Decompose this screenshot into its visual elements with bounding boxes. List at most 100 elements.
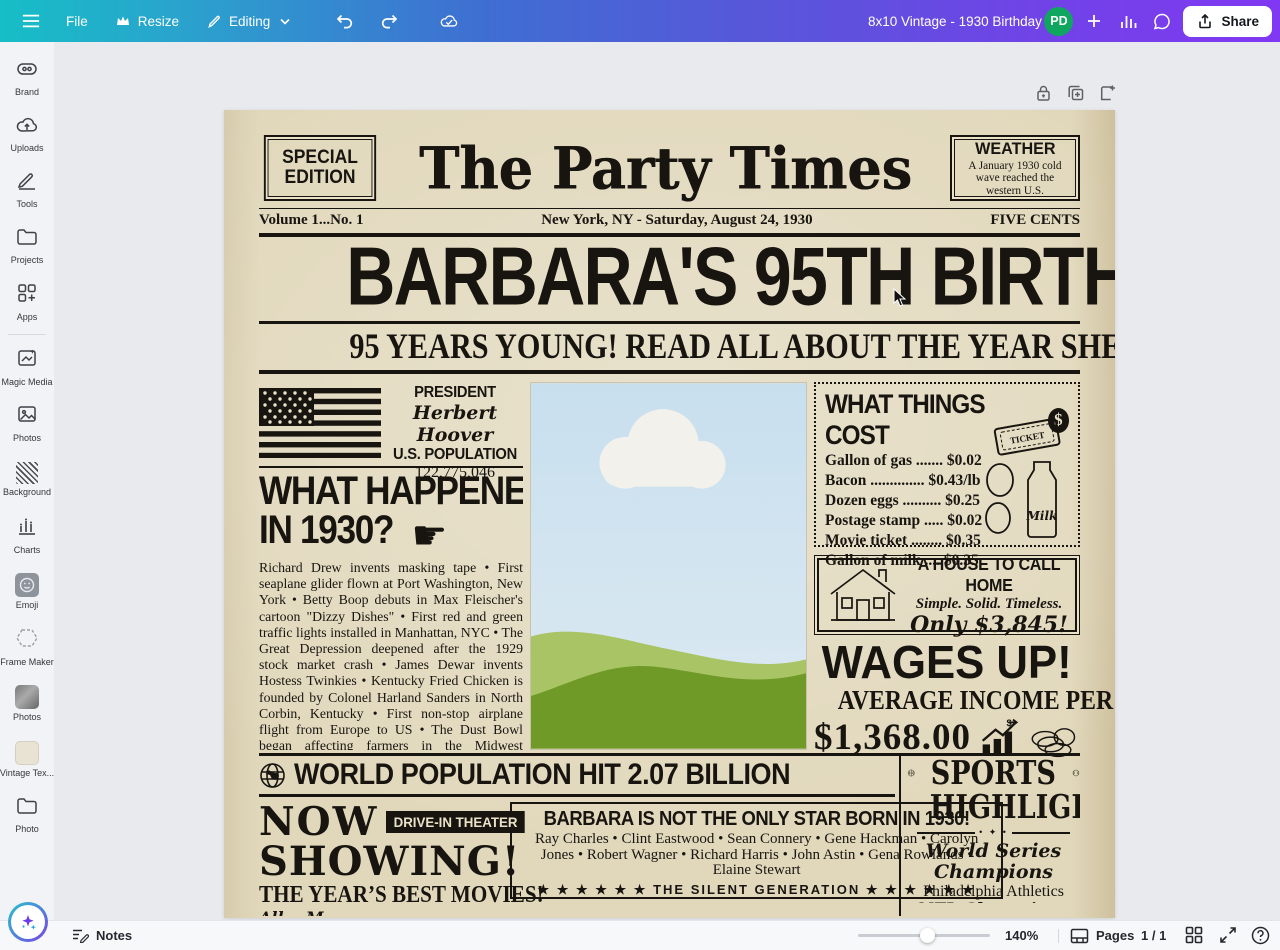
emoji-thumb [15, 573, 39, 597]
world-series-title: World Series Champions [907, 841, 1080, 883]
bar-chart-icon [1119, 12, 1137, 30]
hexagon-frame-icon [15, 627, 39, 654]
canva-ai-button[interactable] [8, 902, 48, 942]
sidebar-item-vintage-textures[interactable]: Vintage Tex... [0, 731, 54, 787]
best-movies-label: THE YEAR’S BEST MOVIES! [259, 882, 544, 908]
photo-icon [16, 403, 38, 430]
redo-button[interactable] [370, 6, 408, 36]
wages-section[interactable]: WAGES UP! AVERAGE INCOME PER YEAR $1,368… [814, 639, 1080, 759]
duplicate-page-icon[interactable] [1067, 84, 1085, 102]
house-icon [823, 564, 903, 626]
pages-icon [1070, 928, 1089, 944]
generation-label: THE SILENT GENERATION [653, 882, 860, 897]
headline[interactable]: BARBARA'S 95TH BIRTHDAY [259, 237, 1080, 321]
undo-icon [336, 12, 354, 30]
pages-label: Pages [1096, 928, 1134, 943]
showing-label: SHOWING! [259, 842, 502, 882]
sidebar-item-apps[interactable]: Apps [0, 274, 54, 330]
basketball-icon [907, 758, 915, 788]
milk-bottle-icon: Milk [1026, 462, 1058, 537]
resize-label: Resize [138, 14, 179, 29]
lock-icon[interactable] [1035, 84, 1053, 102]
sidebar-item-magic-media[interactable]: Magic Media [0, 339, 54, 395]
notes-label: Notes [96, 928, 132, 943]
pencil-icon [205, 12, 223, 30]
nfl-champions-title: NFL Champions [907, 901, 1080, 903]
svg-text:$: $ [1007, 718, 1012, 728]
add-page-icon[interactable] [1099, 84, 1117, 102]
sidebar-item-photos[interactable]: Photos [0, 395, 54, 451]
resize-button[interactable]: Resize [104, 6, 189, 36]
sidebar-item-charts[interactable]: Charts [0, 507, 54, 563]
world-series-team: Philadelphia Athletics [907, 883, 1080, 901]
zoom-slider-thumb[interactable] [920, 928, 935, 943]
globe-icon [259, 762, 286, 789]
wages-title: WAGES UP! [822, 639, 1072, 686]
sparkle-icon [18, 912, 38, 932]
hamburger-menu-icon [22, 12, 40, 30]
design-canvas-page[interactable]: SPECIAL EDITION The Party Times WEATHER … [224, 110, 1115, 918]
comment-bubble-icon [1153, 12, 1171, 30]
mouse-cursor [893, 288, 908, 313]
special-edition-box[interactable]: SPECIAL EDITION [264, 135, 376, 201]
main-menu-button[interactable] [12, 6, 50, 36]
weather-box[interactable]: WEATHER A January 1930 cold wave reached… [950, 135, 1080, 201]
grid-view-icon[interactable] [1185, 926, 1205, 946]
sidebar-item-brand[interactable]: Brand [0, 50, 54, 106]
sidebar-item-photos-2[interactable]: Photos [0, 675, 54, 731]
pages-button[interactable]: Pages [1070, 928, 1134, 944]
undo-button[interactable] [326, 6, 364, 36]
now-showing-section[interactable]: NOW DRIVE-IN THEATER SHOWING! THE YEAR’S… [259, 802, 502, 916]
what-happened-title[interactable]: WHAT HAPPENED IN 1930?☛ [259, 472, 523, 554]
notes-icon [72, 928, 89, 943]
share-label: Share [1221, 14, 1259, 29]
editing-mode-dropdown[interactable]: Editing [195, 6, 304, 36]
ticket-icon: TICKET [994, 419, 1060, 455]
vintage-texture-thumb [15, 741, 39, 765]
notes-button[interactable]: Notes [72, 928, 132, 943]
special-edition-label: SPECIAL EDITION [275, 148, 365, 188]
subheadline[interactable]: 95 YEARS YOUNG! READ ALL ABOUT THE YEAR … [259, 324, 1080, 370]
house-price: Only $3,845! [907, 613, 1071, 637]
sidebar-item-projects[interactable]: Projects [0, 218, 54, 274]
comments-button[interactable] [1149, 8, 1175, 34]
zoom-level[interactable]: 140% [1005, 928, 1038, 943]
avatar[interactable]: PD [1044, 7, 1073, 36]
invite-member-button[interactable] [1081, 8, 1107, 34]
sidebar-item-background[interactable]: Background [0, 451, 54, 507]
cloud-check-icon [440, 12, 458, 30]
redo-icon [380, 12, 398, 30]
dateline-row[interactable]: Volume 1...No. 1 New York, NY - Saturday… [259, 208, 1080, 233]
cloud-save-status-button[interactable] [430, 6, 468, 36]
file-menu-label: File [66, 14, 88, 29]
president-heading: 31ST U.S. PRESIDENT [390, 382, 519, 402]
sidebar-item-emoji[interactable]: Emoji [0, 563, 54, 619]
file-menu-button[interactable]: File [56, 8, 98, 35]
sidebar-item-tools[interactable]: Tools [0, 162, 54, 218]
cloud-upload-icon [15, 115, 39, 140]
zoom-slider[interactable] [858, 921, 990, 950]
magic-media-icon [16, 347, 38, 374]
population-heading: U.S. POPULATION [390, 446, 519, 464]
bar-chart-icon [16, 515, 38, 542]
help-icon[interactable] [1251, 926, 1271, 946]
house-title: A HOUSE TO CALL HOME [914, 554, 1065, 596]
share-button[interactable]: Share [1183, 6, 1272, 37]
sidebar-item-photo-folder[interactable]: Photo [0, 787, 54, 843]
pen-tool-icon [15, 171, 39, 196]
now-label: NOW [259, 802, 378, 842]
insights-button[interactable] [1115, 8, 1141, 34]
president-block[interactable]: 31ST U.S. PRESIDENT Herbert Hoover U.S. … [259, 382, 523, 464]
growth-chart-and-coins-icon: $ [979, 717, 1080, 759]
what-things-cost-box[interactable]: WHAT THINGS COST $ Gallon of gas .......… [814, 382, 1080, 547]
landscape-placeholder-image[interactable] [530, 382, 807, 750]
document-title[interactable]: 8x10 Vintage - 1930 Birthday [868, 0, 1042, 42]
masthead-title[interactable]: The Party Times [419, 132, 912, 203]
fullscreen-icon[interactable] [1219, 926, 1239, 946]
weather-title: WEATHER [975, 139, 1055, 159]
world-population-banner[interactable]: WORLD POPULATION HIT 2.07 BILLION [259, 756, 895, 794]
what-happened-body[interactable]: Richard Drew invents masking tape • Firs… [259, 560, 523, 750]
sidebar-item-uploads[interactable]: Uploads [0, 106, 54, 162]
crown-icon [114, 12, 132, 30]
sidebar-item-frame-maker[interactable]: Frame Maker [0, 619, 54, 675]
